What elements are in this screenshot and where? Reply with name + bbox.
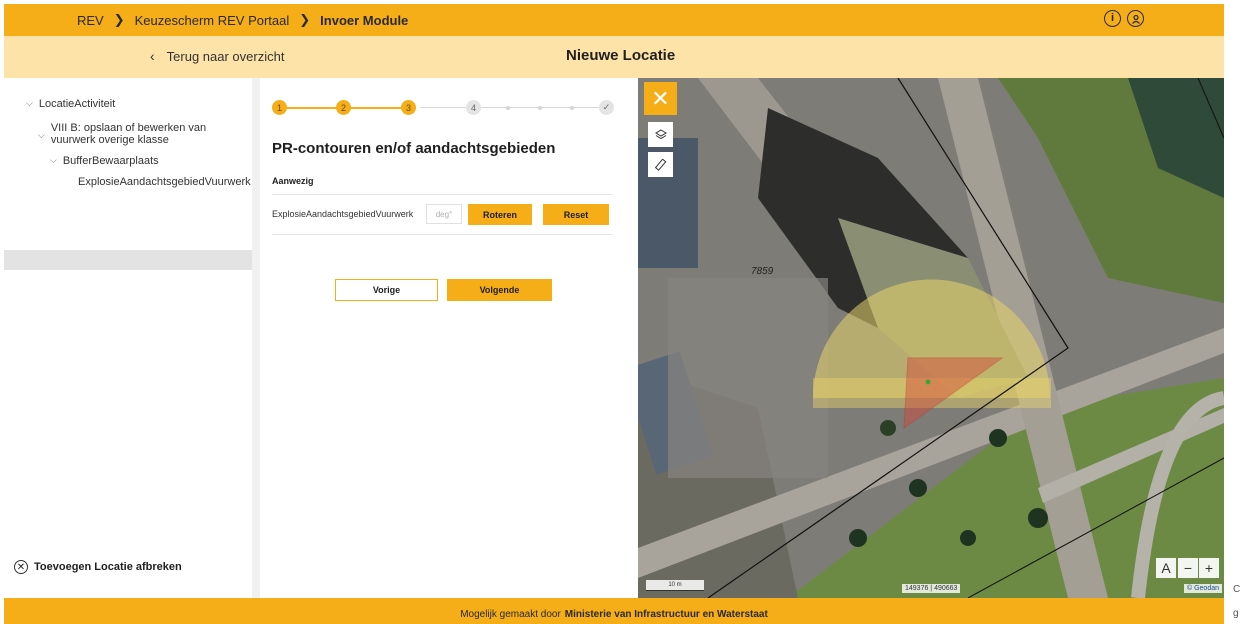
tree-label: ExplosieAandachtsgebiedVuurwerk: [78, 176, 251, 188]
sub-header: ‹ Terug naar overzicht Nieuwe Locatie: [4, 36, 1224, 78]
abort-label: Toevoegen Locatie afbreken: [34, 561, 182, 573]
tree-label: VIII B: opslaan of bewerken van: [50, 122, 207, 134]
step-4[interactable]: 4: [466, 100, 481, 115]
top-bar: REV ❯ Keuzescherm REV Portaal ❯ Invoer M…: [4, 4, 1224, 36]
chevron-down-icon: ⌵: [38, 130, 45, 140]
close-circle-icon: ✕: [14, 560, 28, 574]
stepper: 1 2 3 4 ✓: [272, 100, 616, 116]
footer-org: Ministerie van Infrastructuur en Waterst…: [564, 608, 768, 620]
next-button[interactable]: Volgende: [447, 279, 552, 301]
edge-char-2: g: [1233, 608, 1239, 619]
tree-item-explosie[interactable]: ExplosieAandachtsgebiedVuurwerk: [78, 176, 251, 188]
tree-selection-highlight: [4, 250, 252, 270]
tree-label: BufferBewaarplaats: [62, 155, 159, 167]
previous-button[interactable]: Vorige: [335, 279, 438, 301]
tree-item-viii-b[interactable]: ⌵ VIII B: opslaan of bewerken van vuurwe…: [38, 122, 206, 146]
step-dot-small: [538, 106, 542, 110]
breadcrumb: REV ❯ Keuzescherm REV Portaal ❯ Invoer M…: [77, 12, 408, 28]
breadcrumb-chevron-icon: ❯: [113, 12, 125, 27]
map-close-button[interactable]: ✕: [644, 82, 677, 115]
tree-item-bufferbewaarplaats[interactable]: ⌵ BufferBewaarplaats: [50, 155, 159, 167]
section-label-aanwezig: Aanwezig: [272, 176, 314, 186]
divider-line: [272, 194, 612, 195]
tree-label-line2: vuurwerk overige klasse: [50, 134, 169, 146]
label-toggle-button[interactable]: A: [1156, 558, 1176, 578]
reset-button[interactable]: Reset: [543, 204, 609, 225]
breadcrumb-invoer-module: Invoer Module: [320, 12, 409, 28]
abort-add-location-button[interactable]: ✕ Toevoegen Locatie afbreken: [14, 560, 182, 574]
step-dot-small: [506, 106, 510, 110]
sidebar: ⌵ LocatieActiviteit ⌵ VIII B: opslaan of…: [4, 78, 252, 598]
tree-label: LocatieActiviteit: [38, 98, 116, 110]
zoom-out-button[interactable]: −: [1178, 558, 1198, 578]
map-credit: © Geodan: [1183, 584, 1222, 593]
chevron-down-icon: ⌵: [26, 98, 33, 108]
stepper-remaining-line: [420, 107, 612, 108]
edge-char-1: C: [1233, 584, 1241, 595]
step-1[interactable]: 1: [272, 100, 287, 115]
user-icon[interactable]: [1127, 10, 1144, 27]
info-icon[interactable]: i: [1104, 10, 1121, 27]
zoom-in-button[interactable]: +: [1199, 558, 1219, 578]
divider-line: [272, 234, 612, 235]
footer-prefix: Mogelijk gemaakt door: [460, 608, 561, 620]
aerial-map-image: [638, 78, 1224, 598]
footer: Mogelijk gemaakt door Ministerie van Inf…: [4, 598, 1224, 624]
breadcrumb-chevron-icon: ❯: [299, 12, 311, 27]
page-title: Nieuwe Locatie: [566, 47, 676, 64]
back-label: Terug naar overzicht: [166, 48, 285, 64]
chevron-down-icon: ⌵: [50, 155, 57, 165]
layers-icon[interactable]: [648, 122, 673, 147]
panel-divider: [252, 78, 260, 598]
form-title: PR-contouren en/of aandachtsgebieden: [272, 140, 556, 157]
map-view[interactable]: ✕ 7859 10 m 149376 | 490663 © Geodan A −…: [638, 78, 1224, 598]
degree-input[interactable]: deg°: [426, 204, 462, 224]
ruler-icon[interactable]: [648, 152, 673, 177]
back-to-overview-link[interactable]: ‹ Terug naar overzicht: [150, 48, 284, 64]
contour-row-label: ExplosieAandachtsgebiedVuurwerk: [272, 209, 414, 219]
tree-item-locatieactiviteit[interactable]: ⌵ LocatieActiviteit: [26, 98, 115, 110]
breadcrumb-keuzescherm[interactable]: Keuzescherm REV Portaal: [135, 13, 290, 28]
form-panel: 1 2 3 4 ✓ PR-contouren en/of aandachtsge…: [260, 78, 638, 598]
step-2[interactable]: 2: [336, 100, 351, 115]
scale-bar: 10 m: [646, 580, 704, 591]
page-edge: [1224, 0, 1241, 624]
rotate-button[interactable]: Roteren: [468, 204, 532, 225]
step-final-check-icon[interactable]: ✓: [599, 100, 614, 115]
step-3[interactable]: 3: [401, 100, 416, 115]
breadcrumb-rev[interactable]: REV: [77, 13, 104, 28]
chevron-left-icon: ‹: [150, 48, 155, 64]
step-dot-small: [570, 106, 574, 110]
coordinates-readout: 149376 | 490663: [902, 584, 961, 593]
parcel-number-label: 7859: [751, 266, 774, 277]
